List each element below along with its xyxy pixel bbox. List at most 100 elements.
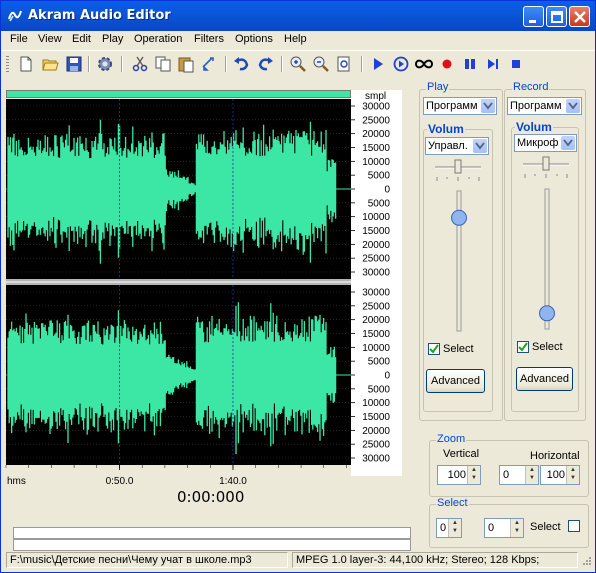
app-window: Akram Audio Editor File View Edit Play O… — [0, 0, 596, 573]
menu-edit[interactable]: Edit — [72, 33, 91, 45]
horizontal-scroll-bar[interactable] — [13, 539, 411, 551]
menu-view[interactable]: View — [38, 33, 62, 45]
zoom-out-icon[interactable] — [312, 55, 330, 73]
stop-icon[interactable] — [507, 55, 525, 73]
minimize-button[interactable] — [523, 6, 544, 27]
chevron-up-icon[interactable]: ▲ — [514, 520, 520, 526]
position-indicator[interactable] — [7, 91, 350, 97]
amplitude-tick-label: 15000 — [362, 226, 390, 237]
chevron-down-icon[interactable]: ▼ — [529, 475, 535, 481]
toolbar-separator — [361, 56, 363, 72]
open-folder-icon[interactable] — [41, 55, 59, 73]
play-control-select[interactable]: Управл. — [425, 137, 489, 155]
stepper-arrows[interactable]: ▲ ▼ — [510, 519, 523, 537]
title-bar[interactable]: Akram Audio Editor — [1, 1, 595, 31]
save-icon[interactable] — [65, 55, 83, 73]
chevron-down-icon[interactable] — [473, 139, 487, 153]
cut-icon[interactable] — [131, 55, 149, 73]
record-advanced-button[interactable]: Advanced — [516, 367, 573, 391]
play-advanced-button[interactable]: Advanced — [426, 369, 485, 393]
crop-icon[interactable] — [200, 55, 218, 73]
stepper-arrows[interactable]: ▲ ▼ — [467, 466, 480, 484]
play-device-select[interactable]: Программ — [423, 97, 497, 115]
menu-filters[interactable]: Filters — [194, 33, 224, 45]
zoom-horizontal-label: Horizontal — [530, 450, 580, 462]
record-icon[interactable] — [438, 55, 456, 73]
time-axis-label: hms — [7, 476, 26, 487]
select-start-stepper[interactable]: 0 ▲ ▼ — [436, 518, 462, 538]
stepper-arrows[interactable]: ▲ ▼ — [448, 519, 461, 537]
zoom-vertical-value: 100 — [447, 469, 466, 481]
record-volume-slider[interactable] — [535, 187, 559, 335]
close-button[interactable] — [569, 6, 590, 27]
record-control-select[interactable]: Микроф — [514, 134, 577, 152]
minimize-icon — [529, 20, 536, 23]
chevron-up-icon[interactable]: ▲ — [529, 467, 535, 473]
waveform-view[interactable]: smpl300002500020000150001000050000500010… — [5, 83, 402, 487]
chevron-up-icon[interactable]: ▲ — [570, 467, 576, 473]
zoom-horizontal-stepper[interactable]: 100 ▲ ▼ — [540, 465, 580, 485]
play-balance-slider[interactable] — [431, 157, 487, 183]
chevron-down-icon[interactable] — [561, 136, 575, 150]
zoom-vertical-stepper[interactable]: 100 ▲ ▼ — [437, 465, 481, 485]
loop-icon[interactable] — [415, 55, 433, 73]
record-device-select[interactable]: Программ — [507, 97, 582, 115]
chevron-down-icon[interactable] — [481, 99, 495, 113]
menu-help[interactable]: Help — [284, 33, 307, 45]
menu-bar: File View Edit Play Operation Filters Op… — [1, 31, 595, 49]
menu-operation[interactable]: Operation — [134, 33, 182, 45]
checkmark-icon — [429, 344, 439, 354]
zoom-horizontal-offset-stepper[interactable]: 0 ▲ ▼ — [499, 465, 539, 485]
chevron-up-icon[interactable]: ▲ — [452, 520, 458, 526]
paste-icon[interactable] — [177, 55, 195, 73]
maximize-button[interactable] — [546, 6, 567, 27]
undo-icon[interactable] — [233, 55, 251, 73]
window-title: Akram Audio Editor — [28, 8, 171, 23]
pause-icon[interactable] — [461, 55, 479, 73]
playback-progress-bar[interactable] — [13, 527, 411, 539]
play-volume-slider[interactable] — [447, 189, 471, 337]
play-to-end-icon[interactable] — [484, 55, 502, 73]
toolbar-separator — [281, 56, 283, 72]
record-device-value: Программ — [510, 100, 562, 112]
zoom-in-icon[interactable] — [289, 55, 307, 73]
waveform-panel[interactable]: smpl 30000 25000 20000 15000 10000 5000 0 5000 10… — [5, 83, 402, 487]
copy-icon[interactable] — [154, 55, 172, 73]
amplitude-tick-label: 30000 — [362, 268, 390, 279]
amplitude-tick-label: 10000 — [362, 398, 390, 409]
play-icon[interactable] — [369, 55, 387, 73]
chevron-down-icon[interactable]: ▼ — [514, 528, 520, 534]
select-end-stepper[interactable]: 0 ▲ ▼ — [484, 518, 524, 538]
play-select-checkbox[interactable] — [428, 343, 440, 355]
amplitude-tick-label: 30000 — [362, 102, 390, 113]
amplitude-tick-label: 15000 — [362, 143, 390, 154]
stepper-arrows[interactable]: ▲ ▼ — [566, 466, 579, 484]
menu-options[interactable]: Options — [235, 33, 273, 45]
chevron-up-icon[interactable]: ▲ — [471, 467, 477, 473]
chevron-down-icon[interactable]: ▼ — [471, 475, 477, 481]
play-loop-icon[interactable] — [392, 55, 410, 73]
stepper-arrows[interactable]: ▲ ▼ — [525, 466, 538, 484]
toolbar — [1, 50, 595, 77]
menu-play[interactable]: Play — [102, 33, 123, 45]
resize-grip-icon[interactable] — [580, 556, 592, 568]
chevron-down-icon[interactable] — [566, 99, 580, 113]
select-checkbox[interactable] — [568, 520, 580, 532]
play-device-value: Программ — [426, 100, 478, 112]
record-select-checkbox[interactable] — [517, 341, 529, 353]
record-balance-slider[interactable] — [519, 154, 575, 180]
new-file-icon[interactable] — [17, 55, 35, 73]
status-file-path: F:\music\Детские песни\Чему учат в школе… — [6, 552, 288, 568]
toolbar-grip[interactable] — [6, 56, 9, 72]
checkmark-icon — [518, 342, 528, 352]
chevron-down-icon[interactable]: ▼ — [570, 475, 576, 481]
amplitude-tick-label: 25000 — [362, 115, 390, 126]
zoom-group-label: Zoom — [436, 433, 467, 445]
chevron-down-icon[interactable]: ▼ — [452, 528, 458, 534]
menu-file[interactable]: File — [10, 33, 28, 45]
toolbar-separator — [225, 56, 227, 72]
settings-icon[interactable] — [96, 55, 114, 73]
zoom-fit-icon[interactable] — [335, 55, 353, 73]
amplitude-tick-label: 30000 — [362, 454, 390, 465]
redo-icon[interactable] — [256, 55, 274, 73]
